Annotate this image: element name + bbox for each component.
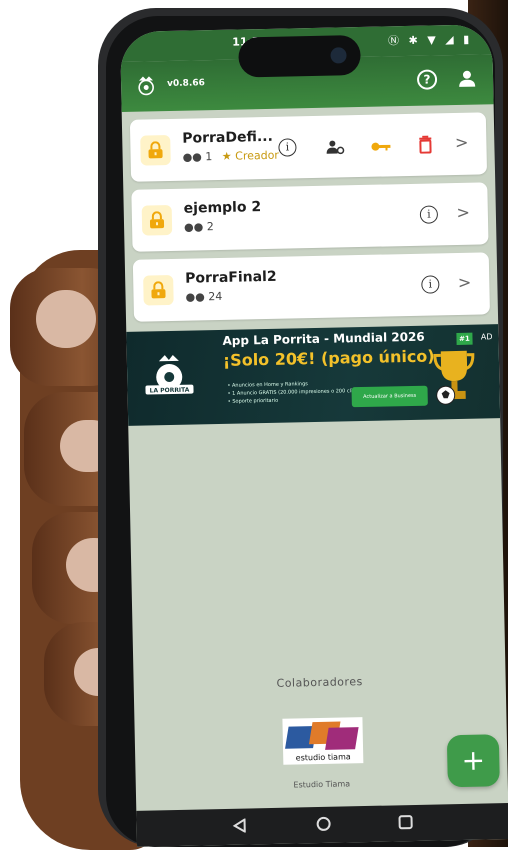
porra-members: ●● 1 ★ Creador — [182, 149, 279, 164]
ad-banner[interactable]: LA PORRITA App La Porrita - Mundial 2026… — [126, 324, 501, 426]
ad-bullet-text: 1 Anuncio GRATIS (20.000 impresiones o 2… — [232, 387, 363, 397]
info-icon[interactable]: i — [419, 205, 439, 224]
user-icon[interactable] — [457, 69, 477, 89]
porra-card[interactable]: PorraDefi... ●● 1 ★ Creador i > — [129, 112, 488, 182]
app-logo-icon — [138, 76, 154, 96]
lock-icon — [151, 281, 166, 299]
lock-badge — [143, 274, 174, 306]
la-porrita-logo-icon: LA PORRITA — [145, 354, 194, 395]
ad-bullet-text: Soporte prioritario — [232, 397, 279, 405]
creator-label: Creador — [235, 148, 280, 163]
ad-label: AD — [480, 332, 493, 342]
info-icon[interactable]: i — [421, 275, 440, 294]
chevron-right-icon[interactable]: > — [455, 133, 469, 152]
upgrade-button[interactable]: Actualizar a Business — [351, 385, 428, 408]
member-count: 1 — [205, 150, 213, 164]
collaborators-heading: Colaboradores — [276, 675, 363, 690]
ad-price: ¡Solo 20€! (pago único) — [222, 346, 435, 370]
lock-icon — [149, 211, 165, 229]
porra-card[interactable]: PorraFinal2 ●● 24 i > — [132, 252, 490, 322]
camera-notch — [238, 34, 361, 78]
porra-name: PorraDefi... — [182, 128, 273, 147]
porra-list: PorraDefi... ●● 1 ★ Creador i > ejemplo … — [129, 112, 490, 329]
chevron-right-icon[interactable]: > — [458, 273, 472, 292]
ad-rank-tag: #1 — [456, 332, 473, 346]
trophy-icon — [433, 350, 475, 405]
porra-name: ejemplo 2 — [183, 199, 262, 217]
fingernail — [36, 290, 96, 348]
lock-badge — [140, 134, 171, 166]
recents-icon[interactable] — [398, 815, 413, 830]
app-version: v0.8.66 — [166, 78, 205, 90]
add-button[interactable]: + — [446, 734, 500, 788]
lock-badge — [141, 204, 173, 236]
manage-users-icon[interactable] — [326, 139, 345, 155]
porra-members: ●● 2 — [184, 220, 214, 234]
phone-screen: 11:2 Ⓝ ✱ ▼ ◢ ▮ v0.8.66 ? PorraDefi... ●●… — [120, 24, 508, 847]
ad-bullets: • Anuncios en Home y Rankings • 1 Anunci… — [227, 379, 362, 406]
group-icon: ●● — [185, 290, 205, 304]
partner-logo[interactable]: estudio tiama — [282, 717, 364, 765]
help-icon[interactable]: ? — [416, 69, 438, 90]
ad-title: App La Porrita - Mundial 2026 — [222, 329, 425, 348]
creator-badge: ★ Creador — [221, 148, 280, 163]
group-icon: ●● — [182, 150, 202, 164]
partner-logo-text: estudio tiama — [296, 752, 351, 762]
badge-text: LA PORRITA — [150, 387, 190, 395]
camera-lens — [330, 47, 347, 64]
key-icon[interactable] — [370, 140, 391, 152]
group-icon: ●● — [183, 220, 204, 234]
porra-members: ●● 24 — [185, 290, 222, 304]
member-count: 24 — [208, 289, 223, 304]
lock-icon — [148, 141, 163, 159]
estudio-tiama-logo-icon: estudio tiama — [285, 721, 359, 762]
chevron-right-icon[interactable]: > — [456, 203, 470, 222]
porra-name: PorraFinal2 — [185, 268, 277, 287]
porra-card[interactable]: ejemplo 2 ●● 2 i > — [131, 182, 489, 252]
home-icon[interactable] — [316, 816, 331, 832]
member-count: 2 — [206, 220, 214, 234]
status-icons: Ⓝ ✱ ▼ ◢ ▮ — [387, 32, 473, 48]
back-icon[interactable] — [232, 818, 247, 833]
delete-icon[interactable] — [418, 135, 432, 154]
info-icon[interactable]: i — [278, 138, 297, 157]
ad-bullet: • Soporte prioritario — [227, 397, 279, 405]
